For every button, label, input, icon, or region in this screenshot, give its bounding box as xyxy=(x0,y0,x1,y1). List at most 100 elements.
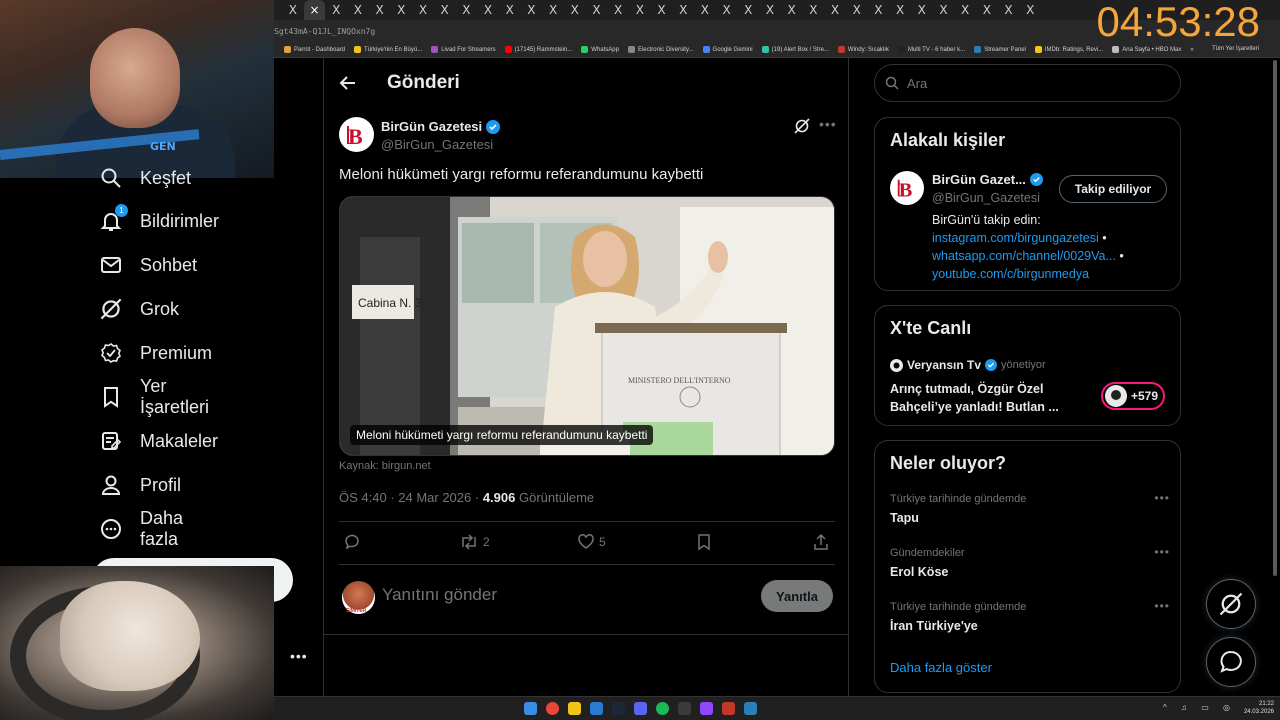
bio-link-instagram[interactable]: instagram.com/birgungazetesi xyxy=(932,231,1099,245)
related-name[interactable]: BirGün Gazet... xyxy=(932,172,1043,187)
browser-tab-x-icon[interactable]: X xyxy=(586,0,608,20)
messages-fab[interactable] xyxy=(1206,637,1256,687)
tweet-timestamp[interactable]: ÖS 4:40 · 24 Mar 2026 · xyxy=(339,490,479,505)
browser-tab-x-icon[interactable]: X xyxy=(781,0,803,20)
bookmark-item[interactable]: Electronic Diversity... xyxy=(627,46,694,53)
browser-tab-x-icon[interactable]: X xyxy=(672,0,694,20)
app-icon[interactable] xyxy=(744,702,757,715)
related-name-text[interactable]: BirGün Gazet... xyxy=(932,172,1026,187)
retweet-action[interactable]: 2 xyxy=(459,533,490,551)
file-explorer-icon[interactable] xyxy=(568,702,581,715)
browser-tab-x-icon[interactable]: X xyxy=(998,0,1020,20)
browser-tab-x-icon[interactable]: X xyxy=(824,0,846,20)
bookmark-item[interactable]: IMDb: Ratings, Revi... xyxy=(1034,46,1103,53)
browser-tab-x-icon[interactable]: X xyxy=(542,0,564,20)
author-name[interactable]: BirGün Gazetesi xyxy=(381,119,501,134)
steam-icon[interactable] xyxy=(612,702,625,715)
search-placeholder[interactable]: Ara xyxy=(907,76,927,91)
twitch-icon[interactable] xyxy=(700,702,713,715)
browser-tab-x-icon[interactable]: X xyxy=(564,0,586,20)
browser-tab-x-icon[interactable]: X xyxy=(390,0,412,20)
bookmark-item[interactable]: WhatsApp xyxy=(581,46,619,53)
bookmark-item[interactable]: Ana Sayfa • HBO Max xyxy=(1112,46,1181,53)
browser-tab-x-icon[interactable]: X xyxy=(803,0,825,20)
browser-tab-x-icon[interactable]: X xyxy=(651,0,673,20)
windows-start-icon[interactable] xyxy=(524,702,537,715)
reply-button[interactable]: Yanıtla xyxy=(761,580,833,612)
browser-tab-x-icon[interactable]: X xyxy=(1019,0,1041,20)
live-panel[interactable]: X'te Canlı Veryansın Tv yönetiyor Arınç … xyxy=(874,305,1181,426)
bookmark-action[interactable] xyxy=(695,533,713,551)
share-action[interactable] xyxy=(812,533,830,551)
browser-tab-x-icon[interactable]: X xyxy=(889,0,911,20)
trend-item[interactable]: Türkiye tarihinde gündemde Tapu ••• xyxy=(890,491,1170,525)
browser-tab-x-icon[interactable]: X xyxy=(954,0,976,20)
bookmark-item[interactable]: Livad For Streamers xyxy=(431,46,496,53)
bookmark-item[interactable]: Türkiye'nin En Büyü... xyxy=(354,46,422,53)
browser-tab-x-icon[interactable]: X xyxy=(325,0,347,20)
browser-tab-x-icon[interactable]: X xyxy=(716,0,738,20)
discord-icon[interactable] xyxy=(634,702,647,715)
trend-more-icon[interactable]: ••• xyxy=(1154,545,1170,559)
grok-icon[interactable] xyxy=(794,118,810,134)
nav-item-article[interactable]: Makaleler xyxy=(100,421,218,461)
browser-tab-x-icon[interactable]: X xyxy=(759,0,781,20)
bookmark-item[interactable]: Parrot - Dashboard xyxy=(284,46,345,53)
trend-item[interactable]: Gündemdekiler Erol Köse ••• xyxy=(890,545,1170,579)
trend-more-icon[interactable]: ••• xyxy=(1154,491,1170,505)
browser-tab-x-icon[interactable]: X xyxy=(521,0,543,20)
tweet-media-image[interactable]: Cabina N. 3 MINISTERO DELL'INTERNO Melon… xyxy=(339,196,835,456)
author-avatar[interactable]: B xyxy=(339,117,374,152)
browser-tab-x-icon[interactable]: X xyxy=(412,0,434,20)
browser-tab-x-icon[interactable]: X xyxy=(456,0,478,20)
nav-item-person[interactable]: Profil xyxy=(100,465,181,505)
app-icon[interactable] xyxy=(722,702,735,715)
nav-item-verified[interactable]: Premium xyxy=(100,333,212,373)
browser-tab-x-icon[interactable]: X xyxy=(976,0,998,20)
page-scrollbar[interactable] xyxy=(1272,58,1278,578)
browser-tab-x-icon[interactable]: X xyxy=(477,0,499,20)
browser-tab-x-icon[interactable]: X xyxy=(369,0,391,20)
live-listeners[interactable]: +579 xyxy=(1101,382,1165,410)
browser-tab-x-icon[interactable]: X xyxy=(694,0,716,20)
browser-tab-x-icon[interactable]: X xyxy=(868,0,890,20)
browser-tab-x-icon[interactable]: X xyxy=(911,0,933,20)
tweet-more-icon[interactable]: ••• xyxy=(819,116,837,132)
reply-input[interactable]: Yanıtını gönder xyxy=(382,585,497,605)
bookmarks-overflow-icon[interactable]: » xyxy=(1190,47,1193,53)
trend-item[interactable]: Türkiye tarihinde gündemde İran Türkiye'… xyxy=(890,599,1170,633)
author-handle[interactable]: @BirGun_Gazetesi xyxy=(381,137,493,152)
like-action[interactable]: 5 xyxy=(577,533,606,551)
app-icon[interactable] xyxy=(678,702,691,715)
browser-tab-x-icon[interactable]: X xyxy=(282,0,304,20)
browser-tab-x-icon[interactable]: X xyxy=(846,0,868,20)
address-text[interactable]: Sgt43mA-Q1JL_INQOxn7g xyxy=(274,27,375,36)
trend-more-icon[interactable]: ••• xyxy=(1154,599,1170,613)
related-handle[interactable]: @BirGun_Gazetesi xyxy=(932,191,1040,205)
nav-item-bookmark[interactable]: Yer İşaretleri xyxy=(100,376,209,417)
browser-tab-x-icon[interactable]: X xyxy=(434,0,456,20)
bio-link-whatsapp[interactable]: whatsapp.com/channel/0029Va... xyxy=(932,249,1116,263)
browser-tab-x-icon[interactable]: X xyxy=(629,0,651,20)
system-tray[interactable]: ^ ♫ ▭ ◎ xyxy=(1163,703,1236,712)
chrome-icon[interactable] xyxy=(546,702,559,715)
back-arrow-icon[interactable] xyxy=(338,73,358,93)
bookmark-item[interactable]: Google Gemini xyxy=(702,46,753,53)
account-more-icon[interactable]: ••• xyxy=(290,648,308,664)
active-tab-close-icon[interactable]: × xyxy=(303,0,326,20)
user-avatar[interactable]: SİMİTER xyxy=(342,581,375,614)
show-more-link[interactable]: Daha fazla göster xyxy=(890,660,992,675)
reply-action[interactable] xyxy=(343,533,361,551)
bookmark-item[interactable]: (17145) Rammstein... xyxy=(504,46,572,53)
taskbar-clock[interactable]: 21:22 24.03.2026 xyxy=(1244,700,1274,716)
browser-tab-x-icon[interactable]: X xyxy=(737,0,759,20)
nav-item-more-circle[interactable]: Daha fazla xyxy=(100,508,183,549)
live-stream-title[interactable]: Arınç tutmadı, Özgür Özel Bahçeli’ye yan… xyxy=(890,380,1090,416)
related-avatar[interactable]: B xyxy=(890,171,924,205)
bookmark-item[interactable]: (19) Alert Box / Stre... xyxy=(761,46,829,53)
browser-tab-x-icon[interactable]: X xyxy=(933,0,955,20)
browser-tab-x-icon[interactable]: X xyxy=(607,0,629,20)
spotify-icon[interactable] xyxy=(656,702,669,715)
nav-item-mail[interactable]: Sohbet xyxy=(100,245,197,285)
nav-item-search[interactable]: Keşfet xyxy=(100,158,191,198)
